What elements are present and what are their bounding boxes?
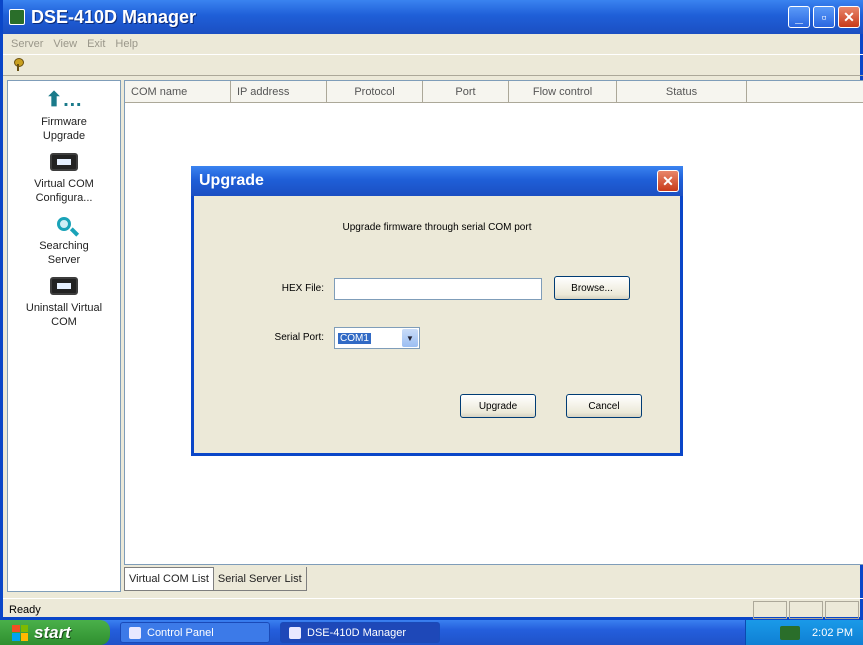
clock: 2:02 PM bbox=[812, 626, 853, 639]
key-icon[interactable] bbox=[13, 58, 24, 72]
column-status[interactable]: Status bbox=[617, 81, 747, 102]
maximize-button[interactable]: ▫ bbox=[813, 6, 835, 28]
app-icon bbox=[289, 626, 301, 639]
hex-file-input[interactable] bbox=[334, 278, 542, 300]
taskbar: start Control Panel DSE-410D Manager 2:0… bbox=[0, 620, 863, 645]
windows-logo-icon bbox=[12, 624, 28, 641]
chevron-down-icon[interactable]: ▼ bbox=[402, 329, 418, 347]
taskbar-item-label: Control Panel bbox=[147, 626, 214, 639]
start-label: start bbox=[34, 622, 71, 642]
sidebar-item-label: Uninstall Virtual COM bbox=[25, 302, 103, 328]
browse-button[interactable]: Browse... bbox=[554, 276, 630, 300]
tab-virtual-com-list[interactable]: Virtual COM List bbox=[124, 567, 214, 591]
tab-strip: Virtual COM List Serial Server List bbox=[124, 567, 307, 591]
column-ip-address[interactable]: IP address bbox=[231, 81, 327, 102]
menu-bar: Server View Exit Help bbox=[3, 34, 863, 54]
title-bar[interactable]: DSE-410D Manager _ ▫ ✕ bbox=[3, 0, 863, 34]
serial-port-value: COM1 bbox=[338, 332, 371, 344]
sidebar-item-label: Searching Server bbox=[39, 240, 89, 266]
monitor-icon bbox=[50, 153, 78, 171]
dialog-title: Upgrade bbox=[199, 172, 264, 189]
system-tray: 2:02 PM bbox=[745, 620, 863, 645]
close-button[interactable]: ✕ bbox=[838, 6, 860, 28]
sidebar: ⬆… Firmware Upgrade Virtual COM Configur… bbox=[7, 80, 121, 592]
dialog-title-bar[interactable]: Upgrade ✕ bbox=[191, 166, 683, 196]
column-flow-control[interactable]: Flow control bbox=[509, 81, 617, 102]
sidebar-item-virtual-com-config[interactable]: Virtual COM Configura... bbox=[8, 151, 120, 205]
menu-server[interactable]: Server bbox=[11, 38, 43, 50]
taskbar-item-label: DSE-410D Manager bbox=[307, 626, 407, 639]
app-icon bbox=[9, 9, 25, 25]
sidebar-item-label: Firmware Upgrade bbox=[41, 116, 87, 142]
tab-serial-server-list[interactable]: Serial Server List bbox=[213, 567, 307, 591]
status-text: Ready bbox=[9, 603, 41, 616]
upgrade-icon: ⬆… bbox=[45, 89, 83, 111]
menu-view[interactable]: View bbox=[53, 38, 77, 50]
column-protocol[interactable]: Protocol bbox=[327, 81, 423, 102]
upgrade-dialog: Upgrade ✕ Upgrade firmware through seria… bbox=[191, 166, 683, 456]
sidebar-item-firmware-upgrade[interactable]: ⬆… Firmware Upgrade bbox=[8, 89, 120, 143]
serial-port-label: Serial Port: bbox=[274, 332, 324, 343]
toolbar bbox=[3, 54, 863, 76]
status-pane bbox=[753, 601, 787, 619]
network-icon[interactable] bbox=[780, 625, 801, 640]
status-bar: Ready bbox=[3, 598, 863, 620]
start-button[interactable]: start bbox=[0, 620, 110, 645]
sidebar-item-label: Virtual COM Configura... bbox=[34, 178, 94, 204]
minimize-button[interactable]: _ bbox=[788, 6, 810, 28]
dialog-description: Upgrade firmware through serial COM port bbox=[342, 222, 532, 233]
monitor-icon bbox=[50, 277, 78, 295]
taskbar-item-control-panel[interactable]: Control Panel bbox=[120, 622, 270, 643]
list-header: COM name IP address Protocol Port Flow c… bbox=[125, 81, 863, 103]
status-pane bbox=[789, 601, 823, 619]
status-pane bbox=[825, 601, 859, 619]
hex-file-label: HEX File: bbox=[281, 283, 324, 294]
serial-port-select[interactable]: COM1 ▼ bbox=[334, 327, 420, 349]
column-port[interactable]: Port bbox=[423, 81, 509, 102]
menu-help[interactable]: Help bbox=[115, 38, 138, 50]
sidebar-item-searching-server[interactable]: Searching Server bbox=[8, 213, 120, 267]
search-icon bbox=[57, 217, 71, 231]
taskbar-item-dse-manager[interactable]: DSE-410D Manager bbox=[280, 622, 440, 643]
window-title: DSE-410D Manager bbox=[31, 6, 197, 27]
column-com-name[interactable]: COM name bbox=[125, 81, 231, 102]
menu-exit[interactable]: Exit bbox=[87, 38, 105, 50]
cancel-button[interactable]: Cancel bbox=[566, 394, 642, 418]
control-panel-icon bbox=[129, 626, 141, 639]
upgrade-button[interactable]: Upgrade bbox=[460, 394, 536, 418]
dialog-close-button[interactable]: ✕ bbox=[657, 170, 679, 192]
sidebar-item-uninstall-virtual-com[interactable]: Uninstall Virtual COM bbox=[8, 275, 120, 329]
